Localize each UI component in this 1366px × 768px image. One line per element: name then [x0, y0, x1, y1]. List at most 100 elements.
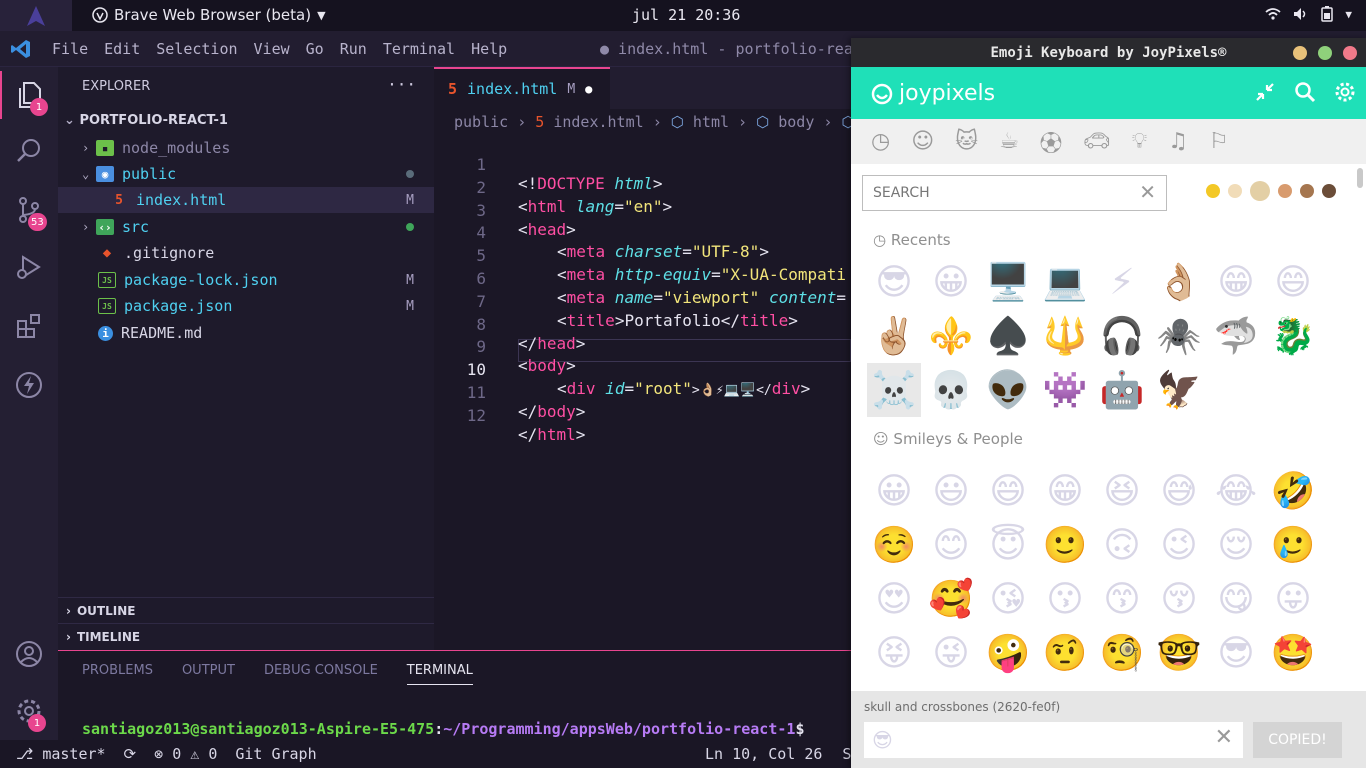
branch-status[interactable]: ⎇ master*	[16, 745, 106, 763]
emoji-button[interactable]: 😃	[924, 464, 978, 518]
code-line[interactable]: 2 <html lang="en">	[434, 159, 851, 216]
menu-view[interactable]: View	[254, 40, 290, 58]
skin-tone-medium-dark[interactable]	[1300, 184, 1314, 198]
breadcrumb-item[interactable]: body	[778, 113, 814, 131]
search-icon[interactable]	[1294, 81, 1316, 103]
tab-terminal[interactable]: TERMINAL	[406, 663, 473, 685]
emoji-button[interactable]: 😜	[924, 626, 978, 680]
emoji-button[interactable]: 😎	[1209, 626, 1263, 680]
emoji-button[interactable]: 👽	[981, 363, 1035, 417]
menu-run[interactable]: Run	[340, 40, 367, 58]
emoji-button[interactable]: 🤩	[1266, 626, 1320, 680]
tree-file-gitignore[interactable]: ◆ .gitignore	[58, 240, 434, 266]
tree-file-package-json[interactable]: JS package.json M	[58, 293, 434, 319]
emoji-button[interactable]: 🤖	[1095, 363, 1149, 417]
emoji-button[interactable]: 😍	[867, 572, 921, 626]
outline-section[interactable]: › OUTLINE	[58, 597, 434, 623]
problems-status[interactable]: ⊗ 0 ⚠ 0	[154, 745, 217, 763]
sync-icon[interactable]: ⟳	[124, 745, 137, 763]
search-activity-button[interactable]	[0, 127, 58, 175]
animals-category-icon[interactable]: 🐱︎	[955, 129, 978, 154]
emoji-button[interactable]: 🤣	[1266, 464, 1320, 518]
emoji-button[interactable]: ⚡	[1095, 255, 1149, 309]
menu-help[interactable]: Help	[471, 40, 507, 58]
code-line[interactable]: 7 <title>Portafolio</title>	[434, 273, 851, 330]
emoji-button[interactable]: 😎	[867, 255, 921, 309]
flags-category-icon[interactable]: ⚐	[1209, 129, 1229, 154]
git-graph-button[interactable]: Git Graph	[235, 745, 316, 763]
menu-go[interactable]: Go	[306, 40, 324, 58]
code-line[interactable]: 1 <!DOCTYPE html>	[434, 136, 851, 193]
unsaved-dot-icon[interactable]: ●	[585, 82, 592, 96]
code-line[interactable]: 6 <meta name="viewport" content=	[434, 250, 851, 307]
emoji-button[interactable]: 🕷️	[1152, 309, 1206, 363]
emoji-button[interactable]: 🥲	[1266, 518, 1320, 572]
menu-terminal[interactable]: Terminal	[383, 40, 455, 58]
active-app-menu[interactable]: Brave Web Browser (beta) ▼	[92, 6, 326, 24]
tree-file-index-html[interactable]: 5 index.html M	[58, 187, 434, 213]
skin-tone-light[interactable]	[1228, 184, 1242, 198]
skin-tone-default[interactable]	[1206, 184, 1220, 198]
emoji-button[interactable]: 😀	[867, 464, 921, 518]
close-button[interactable]	[1343, 46, 1357, 60]
breadcrumb-item[interactable]: public	[454, 113, 508, 131]
emoji-button[interactable]: ✌🏼	[867, 309, 921, 363]
clear-search-icon[interactable]: ✕	[1139, 180, 1156, 204]
code-line[interactable]: 4 <meta charset="UTF-8">	[434, 204, 851, 261]
terminal-prompt[interactable]: santiagoz013@santiagoz013-Aspire-E5-475:…	[82, 720, 804, 738]
food-category-icon[interactable]: ☕︎	[999, 129, 1019, 154]
tree-folder-src[interactable]: › ‹› src	[58, 214, 434, 240]
emoji-button[interactable]: 😛	[1266, 572, 1320, 626]
tree-file-readme[interactable]: i README.md	[58, 320, 434, 346]
tab-index-html[interactable]: 5 index.html M ●	[434, 67, 610, 109]
accounts-activity-button[interactable]	[0, 630, 58, 678]
emoji-button[interactable]: 🤪	[981, 626, 1035, 680]
clear-output-icon[interactable]: ✕	[1215, 725, 1233, 750]
emoji-button[interactable]: 😆	[1095, 464, 1149, 518]
emoji-button[interactable]: 😁	[1038, 464, 1092, 518]
emoji-button[interactable]: 😙	[1095, 572, 1149, 626]
emoji-button[interactable]: 😀	[924, 255, 978, 309]
emoji-button[interactable]: 😂	[1209, 464, 1263, 518]
emoji-button[interactable]: 😝	[867, 626, 921, 680]
emoji-button[interactable]: 🐉	[1266, 309, 1320, 363]
emoji-button[interactable]: 🦅	[1152, 363, 1206, 417]
emoji-button[interactable]: 🤓	[1152, 626, 1206, 680]
more-actions-icon[interactable]: ···	[387, 75, 416, 94]
project-folder[interactable]: ⌄ PORTFOLIO-REACT-1	[64, 113, 228, 128]
emoji-button[interactable]: 👾	[1038, 363, 1092, 417]
menu-file[interactable]: File	[52, 40, 88, 58]
timeline-section[interactable]: › TIMELINE	[58, 623, 434, 649]
clock[interactable]: jul 21 20:36	[632, 6, 740, 24]
emoji-button[interactable]: 🔱	[1038, 309, 1092, 363]
run-debug-activity-button[interactable]	[0, 243, 58, 291]
menu-edit[interactable]: Edit	[104, 40, 140, 58]
emoji-button[interactable]: 😋	[1209, 572, 1263, 626]
minimize-button[interactable]	[1293, 46, 1307, 60]
explorer-activity-button[interactable]: 1	[0, 71, 58, 119]
emoji-button[interactable]: ♠️	[981, 309, 1035, 363]
emoji-search-input[interactable]: SEARCH ✕	[862, 175, 1167, 211]
skin-tone-dark[interactable]	[1322, 184, 1336, 198]
emoji-button[interactable]: ⚜️	[924, 309, 978, 363]
maximize-button[interactable]	[1318, 46, 1332, 60]
code-line[interactable]: 11 </body>	[434, 364, 851, 421]
symbols-category-icon[interactable]: ♫	[1168, 129, 1188, 154]
code-line-active[interactable]: 10 <div id="root">👌🏼⚡💻🖥️</div>	[434, 341, 851, 398]
emoji-button[interactable]: 🙃	[1095, 518, 1149, 572]
code-line[interactable]: 8 </head>	[434, 296, 851, 353]
emoji-button[interactable]: 😅	[1152, 464, 1206, 518]
breadcrumb-item[interactable]: html	[693, 113, 729, 131]
emoji-button[interactable]: 😉	[1152, 518, 1206, 572]
emoji-button[interactable]: 🎧	[1095, 309, 1149, 363]
gear-icon[interactable]	[1334, 81, 1356, 103]
emoji-button[interactable]: 😇	[981, 518, 1035, 572]
emoji-button[interactable]: 😌	[1209, 518, 1263, 572]
emoji-button[interactable]: 🤨	[1038, 626, 1092, 680]
cursor-position[interactable]: Ln 10, Col 26	[705, 745, 822, 763]
smileys-category-icon[interactable]: ☺	[911, 129, 934, 154]
emoji-button[interactable]: 🥰	[924, 572, 978, 626]
skin-tone-medium-light[interactable]	[1250, 181, 1270, 201]
emoji-button[interactable]: 🙂	[1038, 518, 1092, 572]
code-line[interactable]: 12 </html>	[434, 387, 851, 444]
